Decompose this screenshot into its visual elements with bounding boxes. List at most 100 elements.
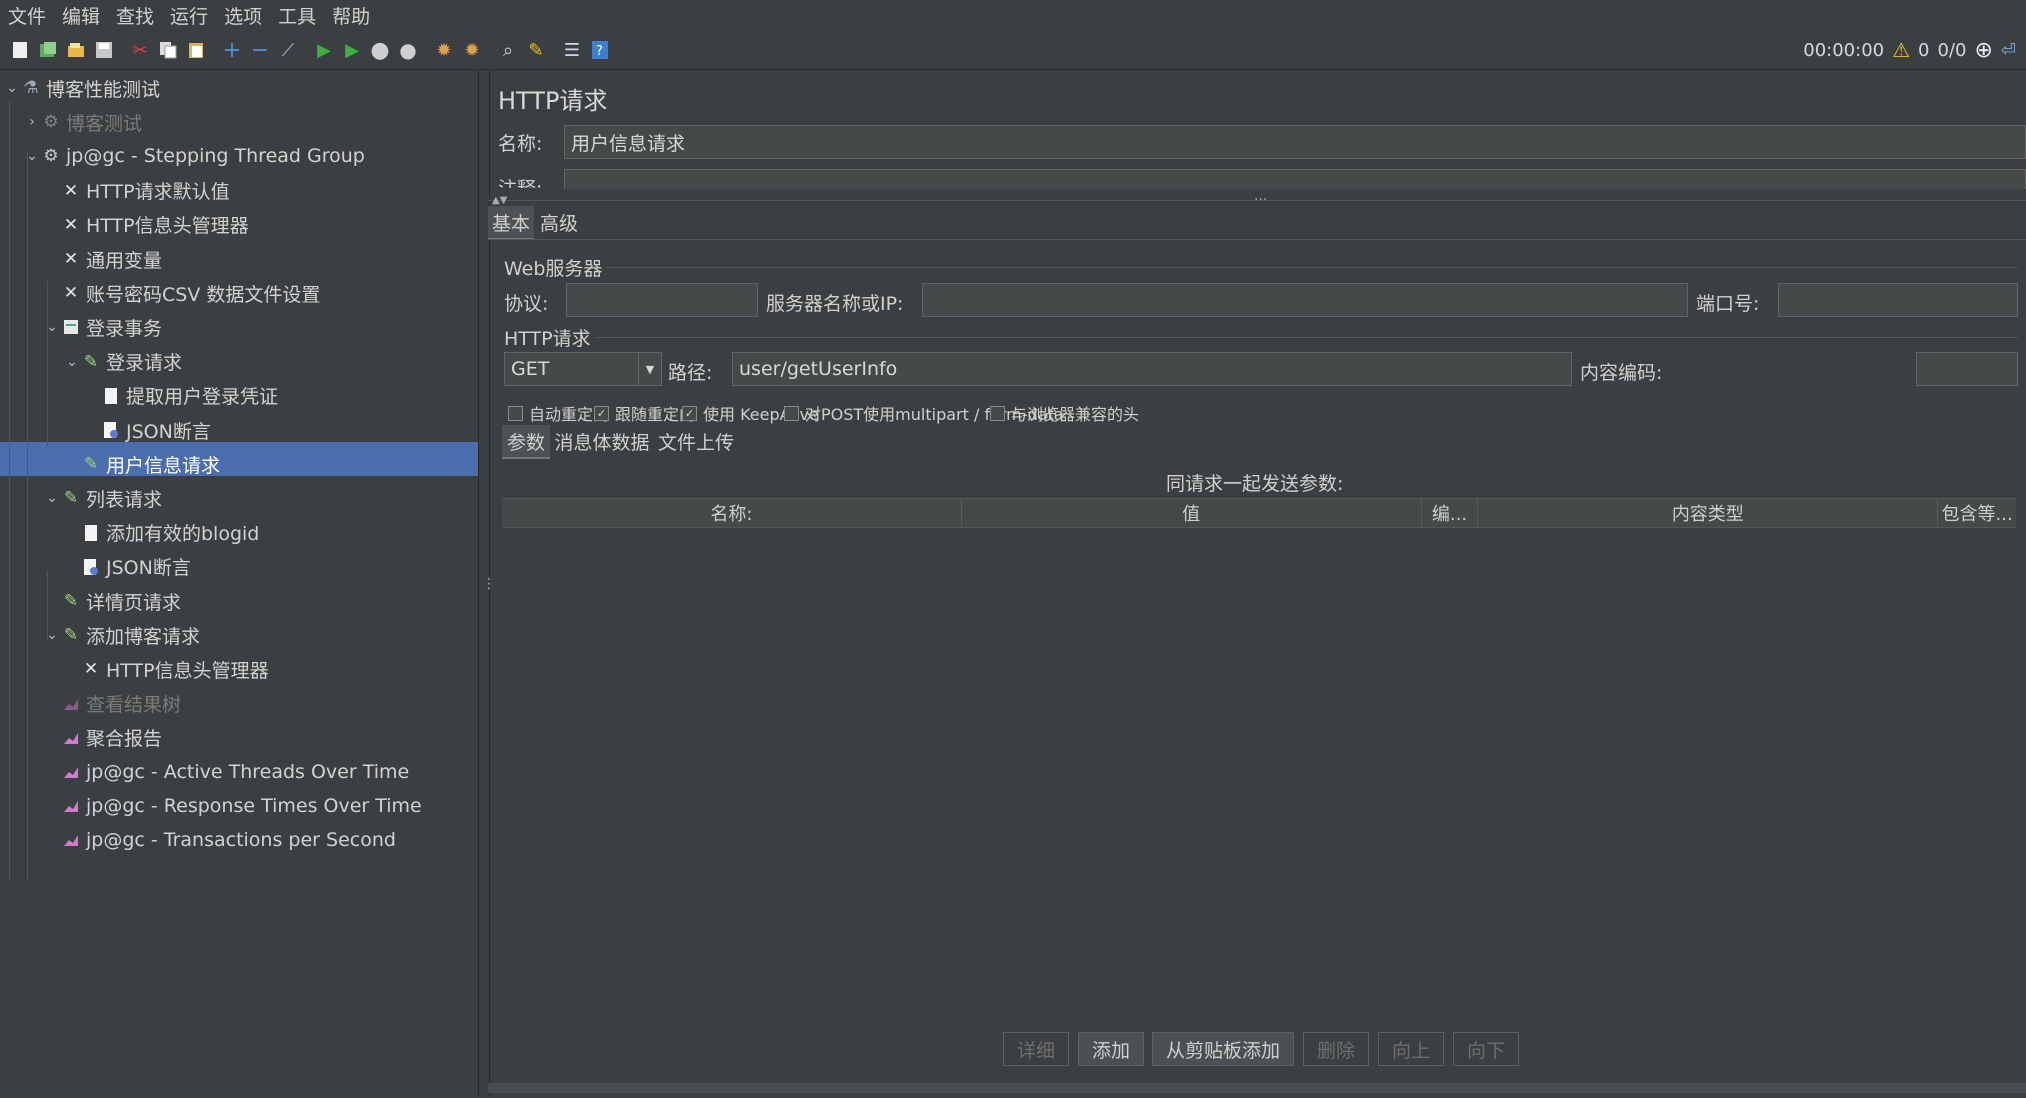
checkbox-empty-icon[interactable] (990, 405, 1005, 421)
chart-icon (60, 693, 82, 715)
tree-node[interactable]: ⌄ ⚙ jp@gc - Stepping Thread Group (24, 140, 365, 172)
col-name[interactable]: 名称: (502, 499, 962, 527)
gear-icon: ⚙ (43, 112, 59, 133)
tree-node[interactable]: 提取用户登录凭证 (84, 380, 278, 412)
horizontal-scrollbar[interactable] (488, 1083, 2026, 1093)
port-input[interactable] (1778, 283, 2018, 317)
templates-icon[interactable] (36, 38, 60, 62)
move-down-button[interactable]: 向下 (1453, 1032, 1519, 1066)
reset-search-icon[interactable]: ✎ (524, 38, 548, 62)
menu-bar: 文件 编辑 查找 运行 选项 工具 帮助 (0, 0, 2026, 30)
menu-edit[interactable]: 编辑 (54, 2, 108, 29)
chevron-down-icon[interactable]: ⌄ (44, 627, 60, 643)
warning-icon[interactable]: ⚠ (1892, 38, 1910, 62)
col-value[interactable]: 值 (962, 499, 1422, 527)
tree-node[interactable]: jp@gc - Response Times Over Time (44, 790, 422, 822)
chevron-right-icon[interactable]: › (24, 114, 40, 130)
tree-node[interactable]: ✕ 账号密码CSV 数据文件设置 (44, 277, 321, 309)
move-up-button[interactable]: 向上 (1378, 1032, 1444, 1066)
tree-node[interactable]: jp@gc - Active Threads Over Time (44, 756, 409, 788)
tab-files-upload[interactable]: 文件上传 (656, 425, 736, 457)
wrench-icon: ✕ (63, 283, 79, 304)
name-input[interactable]: 用户信息请求 (564, 125, 2026, 159)
tree-node[interactable]: ✎ 详情页请求 (44, 585, 181, 617)
tree-node[interactable]: ✕ HTTP信息头管理器 (44, 209, 249, 241)
tree-node[interactable]: ⌄ 登录事务 (44, 311, 162, 343)
search-binoculars-icon[interactable]: ⌕ (496, 38, 520, 62)
option-checkbox[interactable]: ✓ 跟随重定向 (594, 401, 695, 425)
paste-icon[interactable] (184, 38, 208, 62)
clear-icon[interactable]: ✹ (432, 38, 456, 62)
tree-node[interactable]: ✕ HTTP请求默认值 (44, 175, 230, 207)
tree-node[interactable]: 聚合报告 (44, 722, 162, 754)
checkbox-empty-icon[interactable] (784, 405, 799, 421)
tree-node[interactable]: ⌄ ⚗ 博客性能测试 (4, 72, 160, 104)
protocol-input[interactable] (566, 283, 758, 317)
chevron-down-icon[interactable]: ⌄ (44, 490, 60, 506)
copy-icon[interactable] (156, 38, 180, 62)
option-checkbox[interactable]: 与浏览器兼容的头 (990, 401, 1139, 425)
method-select[interactable]: GET ▼ (504, 352, 662, 386)
start-icon[interactable]: ▶ (312, 38, 336, 62)
tree-node[interactable]: 添加有效的blogid (64, 517, 259, 549)
tree-node[interactable]: ⌄ ✎ 添加博客请求 (44, 619, 200, 651)
shutdown-icon[interactable]: ● (396, 38, 420, 62)
menu-search[interactable]: 查找 (108, 2, 162, 29)
tree-node[interactable]: jp@gc - Transactions per Second (44, 824, 396, 856)
start-no-pause-icon[interactable]: ▶ (340, 38, 364, 62)
checkmark-icon[interactable]: ✓ (682, 405, 697, 421)
help-icon[interactable]: ? (588, 38, 612, 62)
encoding-input[interactable] (1916, 352, 2018, 386)
add-from-clipboard-button[interactable]: 从剪贴板添加 (1152, 1032, 1294, 1066)
menu-file[interactable]: 文件 (0, 2, 54, 29)
new-icon[interactable] (8, 38, 32, 62)
path-input[interactable]: user/getUserInfo (732, 352, 1572, 386)
tab-advanced[interactable]: 高级 (536, 206, 582, 238)
chevron-down-icon[interactable]: ⌄ (4, 80, 20, 96)
delete-button[interactable]: 删除 (1303, 1032, 1369, 1066)
col-content-type[interactable]: 内容类型 (1478, 499, 1939, 527)
menu-help[interactable]: 帮助 (324, 2, 378, 29)
log-icon[interactable]: ⏎ (2001, 40, 2016, 61)
expand-all-icon[interactable]: + (220, 38, 244, 63)
checkmark-icon[interactable]: ✓ (594, 405, 609, 421)
splitter-arrows[interactable]: ▲▼ (492, 195, 507, 206)
tree-node[interactable]: ✕ 通用变量 (44, 243, 162, 275)
col-include-equals[interactable]: 包含等... (1938, 499, 2016, 527)
chevron-down-icon[interactable]: ▼ (638, 353, 661, 385)
toggle-icon[interactable]: ⟋ (276, 38, 300, 62)
clear-all-icon[interactable]: ✹ (460, 38, 484, 62)
tree-node[interactable]: 查看结果树 (44, 688, 181, 720)
tree-node[interactable]: ⌄ ✎ 登录请求 (64, 346, 182, 378)
save-icon[interactable] (92, 38, 116, 62)
cut-icon[interactable]: ✂ (128, 38, 152, 62)
tree-node[interactable]: ✕ HTTP信息头管理器 (64, 653, 269, 685)
tab-basic[interactable]: 基本 (488, 206, 534, 240)
checkbox-empty-icon[interactable] (508, 405, 523, 421)
add-button[interactable]: 添加 (1078, 1032, 1144, 1066)
stop-icon[interactable]: ● (368, 38, 392, 63)
remote-icon[interactable]: ⊕ (1974, 38, 1992, 63)
chevron-down-icon[interactable]: ⌄ (64, 354, 80, 370)
comment-input[interactable] (564, 169, 2026, 189)
pen-icon: ✎ (63, 591, 79, 611)
menu-options[interactable]: 选项 (216, 2, 270, 29)
chevron-down-icon[interactable]: ⌄ (44, 319, 60, 335)
params-table-body[interactable] (502, 528, 2016, 1098)
tree-node[interactable]: JSON断言 (84, 414, 211, 446)
tab-body-data[interactable]: 消息体数据 (552, 425, 652, 457)
menu-tools[interactable]: 工具 (270, 2, 324, 29)
tree-node[interactable]: › ⚙ 博客测试 (24, 106, 142, 138)
detail-button[interactable]: 详细 (1003, 1032, 1069, 1066)
col-encode[interactable]: 编... (1422, 499, 1479, 527)
open-icon[interactable] (64, 38, 88, 62)
tree-node[interactable]: ⌄ ✎ 列表请求 (44, 482, 162, 514)
server-input[interactable] (922, 283, 1688, 317)
chevron-down-icon[interactable]: ⌄ (24, 148, 40, 164)
tab-parameters[interactable]: 参数 (502, 425, 550, 459)
tree-node[interactable]: JSON断言 (64, 551, 191, 583)
function-helper-icon[interactable]: ☰ (560, 38, 584, 62)
tree-node[interactable]: ✎ 用户信息请求 (64, 448, 220, 480)
collapse-all-icon[interactable]: − (248, 38, 272, 63)
menu-run[interactable]: 运行 (162, 2, 216, 29)
